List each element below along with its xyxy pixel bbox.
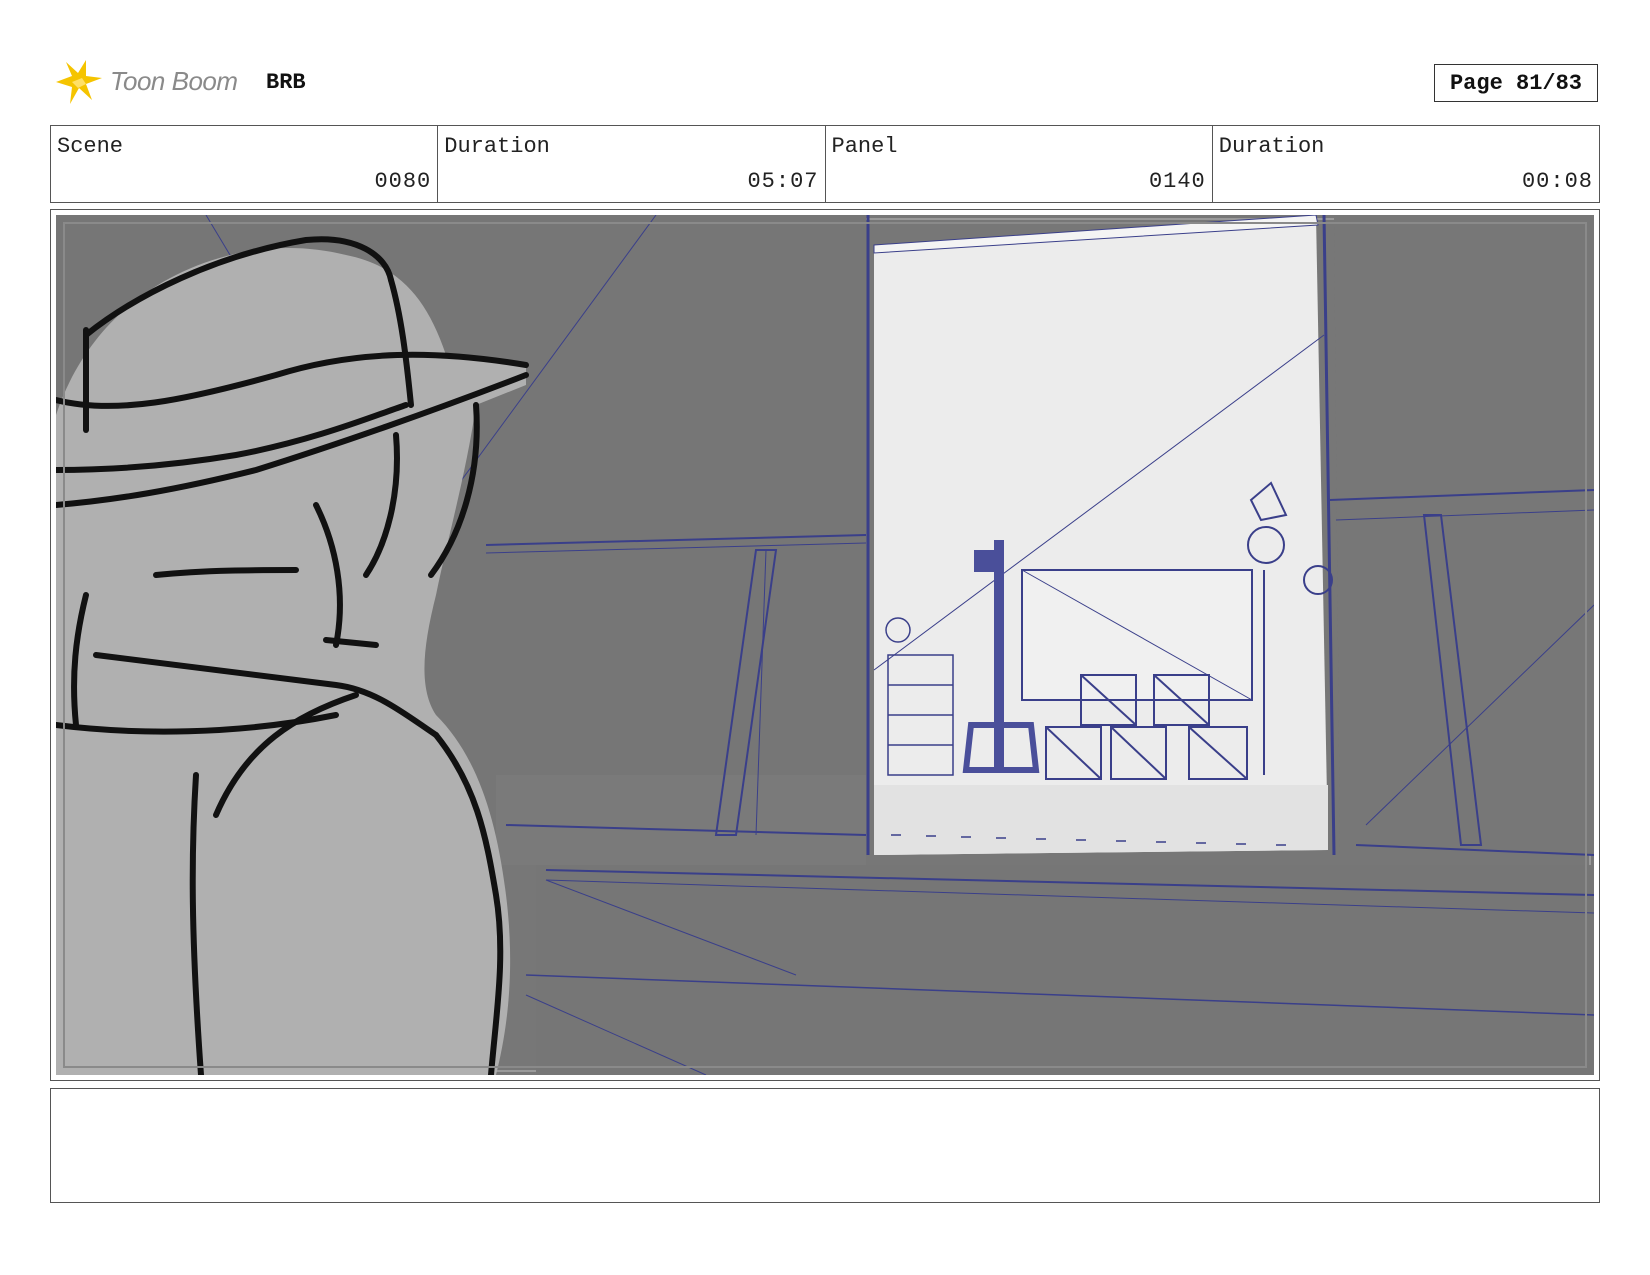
scene-duration-label: Duration <box>444 134 550 159</box>
project-title: BRB <box>266 70 306 95</box>
logo-wordmark: Toon Boom <box>110 66 238 96</box>
scene-duration-cell: Duration 05:07 <box>438 126 826 202</box>
action-notes-box <box>50 1088 1600 1203</box>
panel-duration-cell: Duration 00:08 <box>1213 126 1599 202</box>
panel-cell: Panel 0140 <box>826 126 1213 202</box>
scene-cell: Scene 0080 <box>51 126 439 202</box>
scene-label: Scene <box>57 134 124 159</box>
panel-info-row: Scene 0080 Duration 05:07 Panel 0140 Dur… <box>50 125 1600 203</box>
scene-value: 0080 <box>374 169 432 194</box>
storyboard-panel <box>50 209 1600 1081</box>
toon-boom-star-icon <box>56 60 102 104</box>
panel-drawing <box>56 215 1594 1075</box>
scene-duration-value: 05:07 <box>747 169 819 194</box>
panel-duration-label: Duration <box>1218 134 1325 159</box>
toon-boom-logo: Toon Boom <box>52 56 252 108</box>
panel-duration-value: 00:08 <box>1521 169 1593 194</box>
page-number: Page 81/83 <box>1434 64 1598 102</box>
panel-label: Panel <box>831 134 898 159</box>
panel-value: 0140 <box>1148 169 1206 194</box>
